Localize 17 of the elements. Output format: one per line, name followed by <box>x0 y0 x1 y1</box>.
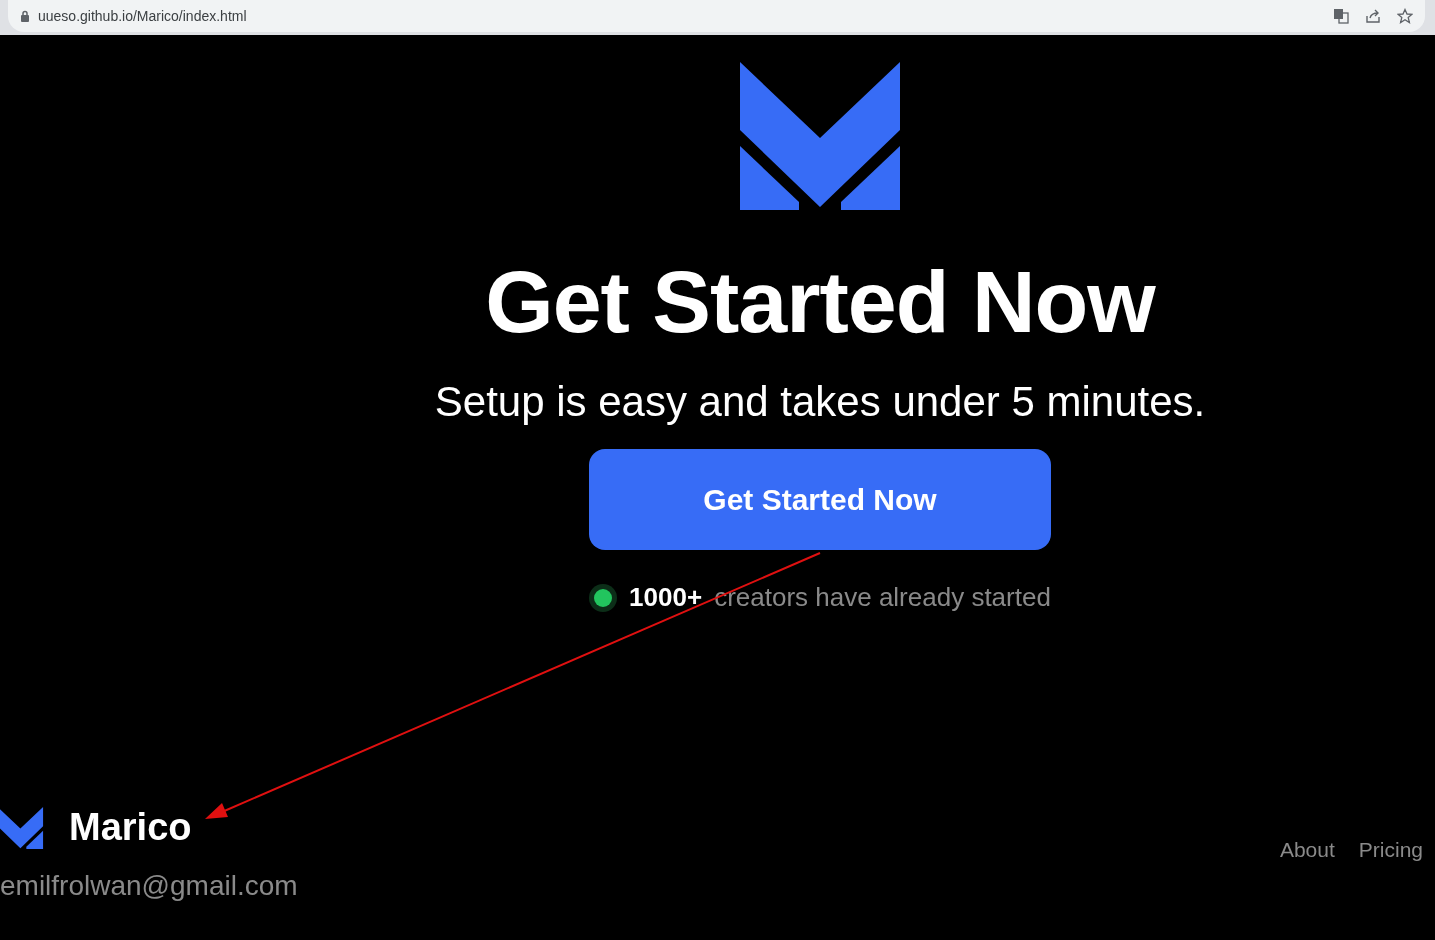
nav-link[interactable]: Pricing <box>1358 833 1423 866</box>
share-icon[interactable] <box>1365 8 1381 24</box>
logo-icon <box>740 62 900 210</box>
nav-link[interactable]: About <box>1279 833 1335 866</box>
email-text: emilfrolwan@gmail.com <box>0 872 298 900</box>
brand-name: Marico <box>69 805 192 850</box>
status-dot-icon <box>589 583 618 612</box>
lock-icon <box>20 10 30 22</box>
hero-title: Get Started Now <box>485 254 1155 351</box>
translate-icon[interactable] <box>1333 8 1349 24</box>
creator-count: 1000+ <box>629 581 703 615</box>
star-icon[interactable] <box>1397 8 1413 24</box>
social-proof-text: creators have already started <box>714 581 1051 615</box>
logo-icon <box>0 806 45 849</box>
url-text[interactable]: uueso.github.io/Marico/index.html <box>38 5 247 27</box>
hero-subtitle: Setup is easy and takes under 5 minutes. <box>434 376 1206 427</box>
get-started-button[interactable]: Get Started Now <box>589 449 1051 551</box>
